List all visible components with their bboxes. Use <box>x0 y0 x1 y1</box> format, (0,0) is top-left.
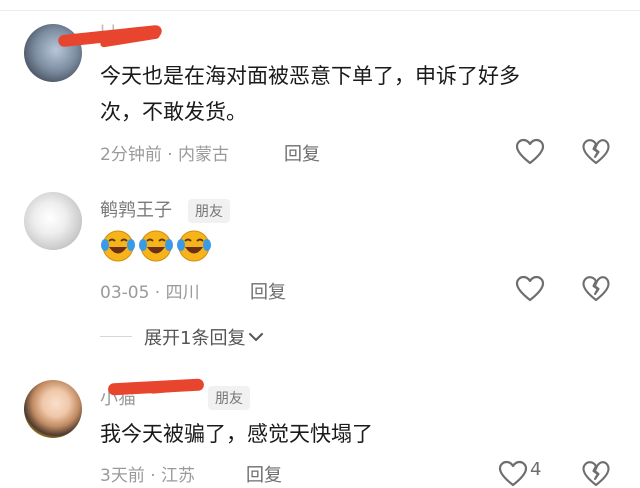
emoji-row <box>100 228 212 264</box>
comment-text-line: 今天也是在海对面被恶意下单了，申诉了好多 <box>100 64 520 88</box>
avatar[interactable] <box>24 192 82 250</box>
chevron-down-icon <box>249 333 264 341</box>
heart-icon[interactable] <box>498 460 528 488</box>
comment-text-line: 次，不敢发货。 <box>100 100 247 124</box>
expand-replies-label: 展开1条回复 <box>144 328 246 349</box>
laugh-cry-emoji-icon <box>139 230 173 262</box>
like-count: 4 <box>530 459 542 480</box>
avatar[interactable] <box>24 380 82 438</box>
meta-separator: · <box>144 466 162 486</box>
avatar[interactable] <box>24 24 82 82</box>
comment-time: 2分钟前 <box>100 145 162 165</box>
broken-heart-icon[interactable] <box>582 275 610 303</box>
comment-meta: 2分钟前 · 内蒙古 <box>100 140 229 165</box>
comment-text: 今天也是在海对面被恶意下单了，申诉了好多 次，不敢发货。 <box>100 58 600 130</box>
comment-meta: 03-05 · 四川 <box>100 278 200 303</box>
friend-badge: 朋友 <box>188 199 230 223</box>
reply-button[interactable]: 回复 <box>250 278 286 304</box>
reply-button[interactable]: 回复 <box>284 140 320 166</box>
heart-icon[interactable] <box>515 138 545 166</box>
comment-meta: 3天前 · 江苏 <box>100 461 195 486</box>
meta-separator: · <box>149 283 166 303</box>
comment-location: 四川 <box>165 283 200 303</box>
laugh-cry-emoji-icon <box>177 230 211 262</box>
broken-heart-icon[interactable] <box>582 460 610 488</box>
broken-heart-icon[interactable] <box>582 138 610 166</box>
comment-username[interactable]: 鹌鹑王子 <box>100 196 172 222</box>
comment-time: 03-05 <box>100 283 150 303</box>
laugh-cry-emoji-icon <box>101 230 135 262</box>
heart-icon[interactable] <box>515 275 545 303</box>
comment-text: 我今天被骗了，感觉天快塌了 <box>100 422 373 446</box>
reply-button[interactable]: 回复 <box>246 461 282 487</box>
meta-separator: · <box>161 145 179 165</box>
comment-time: 3天前 <box>100 466 145 486</box>
top-divider <box>0 10 640 11</box>
friend-badge: 朋友 <box>208 386 250 410</box>
comment-location: 江苏 <box>161 466 196 486</box>
expand-replies-button[interactable]: 展开1条回复 <box>144 324 265 350</box>
expand-divider <box>100 336 132 337</box>
comment-location: 内蒙古 <box>178 145 230 165</box>
